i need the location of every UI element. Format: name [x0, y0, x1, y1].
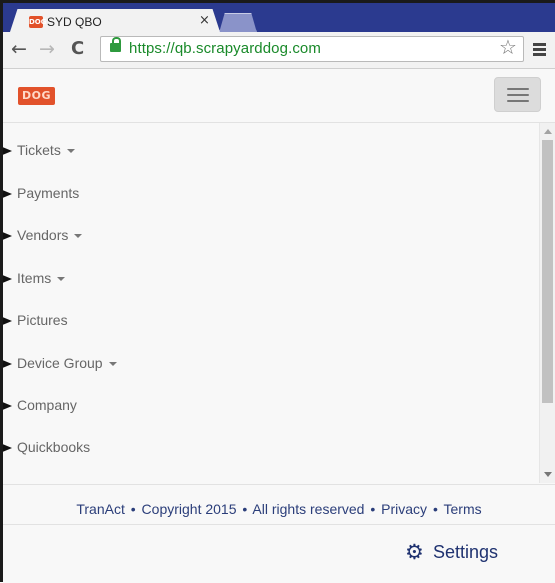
pointer-arrow-icon [3, 401, 12, 411]
separator: • [370, 501, 376, 517]
back-icon[interactable]: ← [11, 38, 27, 60]
rights-text: All rights reserved [252, 501, 365, 517]
caret-down-icon [66, 149, 75, 154]
nav-item-label: Quickbooks [17, 439, 91, 455]
pointer-arrow-icon [3, 274, 12, 284]
caret-down-icon [108, 362, 117, 367]
pointer-arrow-icon [3, 359, 12, 369]
nav-item-label: Tickets [17, 142, 75, 158]
app-navbar: DOG [3, 69, 555, 123]
pointer-arrow-icon [3, 146, 12, 156]
nav-item-company[interactable]: Company [3, 388, 523, 428]
nav-item-items[interactable]: Items [3, 261, 523, 301]
separator: • [130, 501, 136, 517]
new-tab-button[interactable] [219, 13, 257, 33]
nav-item-label: Device Group [17, 355, 117, 371]
nav-item-label: Payments [17, 185, 80, 201]
pointer-arrow-icon [3, 443, 12, 453]
privacy-link[interactable]: Privacy [381, 501, 427, 517]
nav-item-vendors[interactable]: Vendors [3, 218, 523, 258]
pointer-arrow-icon [3, 189, 12, 199]
menu-icon[interactable] [533, 43, 546, 56]
page-footer: TranAct • Copyright 2015 • All rights re… [3, 484, 555, 583]
tab-title: SYD QBO [47, 15, 102, 29]
url-scheme: https:// [129, 40, 175, 57]
nav-menu: Tickets Payments Vendors Items Pictures … [3, 123, 539, 483]
scrollbar-thumb[interactable] [542, 140, 553, 403]
lock-icon [110, 37, 121, 52]
footer-links: TranAct • Copyright 2015 • All rights re… [3, 501, 555, 517]
separator: • [242, 501, 248, 517]
nav-item-label: Company [17, 397, 77, 413]
nav-item-device-group[interactable]: Device Group [3, 346, 523, 386]
address-bar[interactable]: https://qb.scrapyarddog.com [100, 36, 524, 62]
tab-strip: DOG SYD QBO × [3, 3, 555, 35]
copyright-text: Copyright 2015 [141, 501, 237, 517]
caret-down-icon [74, 234, 83, 239]
star-icon[interactable]: ☆ [499, 36, 517, 58]
pointer-arrow-icon [3, 231, 12, 241]
separator: • [432, 501, 438, 517]
gear-icon: ⚙ [405, 540, 424, 564]
scroll-up-icon[interactable] [544, 129, 552, 134]
footer-divider [3, 524, 555, 525]
forward-icon[interactable]: → [39, 38, 55, 60]
nav-item-payments[interactable]: Payments [3, 176, 523, 216]
reload-icon[interactable]: C [71, 38, 84, 60]
nav-item-label: Items [17, 270, 66, 286]
favicon-icon: DOG [29, 16, 47, 28]
hamburger-icon[interactable] [494, 77, 541, 112]
close-icon[interactable]: × [199, 13, 210, 28]
nav-item-quickbooks[interactable]: Quickbooks [3, 430, 523, 470]
nav-item-tickets[interactable]: Tickets [3, 133, 523, 173]
terms-link[interactable]: Terms [444, 501, 482, 517]
settings-label: Settings [433, 542, 499, 562]
nav-item-pictures[interactable]: Pictures [3, 303, 523, 343]
tranact-link[interactable]: TranAct [76, 501, 125, 517]
caret-down-icon [57, 277, 66, 282]
nav-item-label: Pictures [17, 312, 68, 328]
nav-item-label: Vendors [17, 227, 83, 243]
url-text[interactable]: https://qb.scrapyarddog.com [129, 40, 321, 57]
brand-logo[interactable]: DOG [18, 87, 55, 105]
page-scrollbar[interactable] [539, 123, 555, 483]
browser-toolbar: ← → C https://qb.scrapyarddog.com ☆ [3, 32, 555, 69]
scroll-down-icon[interactable] [544, 472, 552, 477]
url-host: qb.scrapyarddog.com [174, 40, 321, 57]
pointer-arrow-icon [3, 316, 12, 326]
